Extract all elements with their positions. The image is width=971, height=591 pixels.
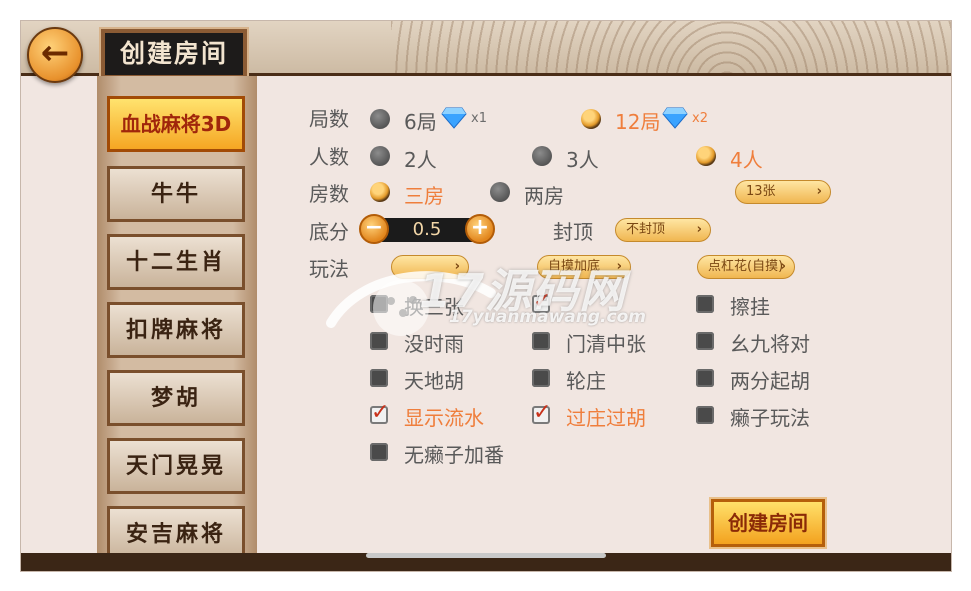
rooms-two-text: 两房 — [524, 184, 564, 208]
players-3-radio[interactable] — [532, 146, 552, 166]
players-label: 人数 — [309, 145, 349, 169]
sidebar-item-xuezhan-mahjong[interactable]: 血战麻将3D — [107, 96, 245, 152]
top-bar-pattern — [391, 21, 951, 73]
rule-text: 显示流水 — [404, 406, 484, 430]
minus-button[interactable]: − — [359, 214, 389, 244]
rule-checkbox[interactable] — [370, 295, 388, 313]
rounds-6-text: 6局 — [404, 110, 437, 134]
play-label: 玩法 — [309, 257, 349, 281]
players-4-radio[interactable] — [696, 146, 716, 166]
rule-text: 天地胡 — [404, 369, 464, 393]
rule-checkbox[interactable] — [370, 369, 388, 387]
rounds-12-text: 12局 — [615, 110, 661, 134]
players-3-text: 3人 — [566, 148, 599, 172]
plus-button[interactable]: + — [465, 214, 495, 244]
rule-text: 过庄过胡 — [566, 406, 646, 430]
players-2-radio[interactable] — [370, 146, 390, 166]
rule-checkbox[interactable] — [532, 400, 551, 425]
rounds-label: 局数 — [309, 107, 349, 131]
play-select-3[interactable]: 点杠花(自摸) › — [697, 255, 795, 279]
rooms-label: 房数 — [309, 182, 349, 206]
rule-checkbox[interactable] — [532, 369, 550, 387]
base-score-stepper: 0.5 − + — [359, 213, 495, 245]
rule-checkbox[interactable] — [696, 295, 714, 313]
rule-text: 门清中张 — [566, 332, 646, 356]
players-2-text: 2人 — [404, 148, 437, 172]
rule-text: 没时雨 — [404, 332, 464, 356]
rooms-three-radio[interactable] — [370, 182, 390, 202]
back-arrow-icon[interactable]: ← — [27, 27, 83, 83]
rule-checkbox[interactable] — [532, 332, 550, 350]
base-score-label: 底分 — [309, 220, 349, 244]
rule-checkbox[interactable] — [696, 369, 714, 387]
chevron-right-icon: › — [780, 259, 786, 274]
cap-select-value: 不封顶 — [626, 222, 666, 237]
cap-select[interactable]: 不封顶 › — [615, 218, 711, 242]
watermark-url: 17yuanmawang.com — [449, 307, 646, 327]
rounds-6-radio[interactable] — [370, 109, 390, 129]
rule-text: 癞子玩法 — [730, 406, 810, 430]
rounds-12-radio[interactable] — [581, 109, 601, 129]
chevron-right-icon: › — [816, 184, 822, 199]
sidebar-item-tianmen[interactable]: 天门晃晃 — [107, 438, 245, 494]
rule-text: 两分起胡 — [730, 369, 810, 393]
rule-text: 幺九将对 — [730, 332, 810, 356]
diamond-icon — [441, 107, 467, 129]
rounds-6-cost: x1 — [471, 111, 487, 126]
tiles-select[interactable]: 13张 › — [735, 180, 831, 204]
rooms-two-radio[interactable] — [490, 182, 510, 202]
rounds-12-cost: x2 — [692, 111, 708, 126]
players-4-text: 4人 — [730, 148, 763, 172]
rule-checkbox[interactable] — [696, 332, 714, 350]
sidebar-item-menghu[interactable]: 梦胡 — [107, 370, 245, 426]
create-room-button[interactable]: 创建房间 — [709, 497, 827, 549]
rule-text: 轮庄 — [566, 369, 606, 393]
page-title: 创建房间 — [99, 27, 249, 81]
rule-checkbox[interactable] — [370, 443, 388, 461]
cap-label: 封顶 — [553, 220, 593, 244]
home-indicator — [366, 553, 606, 558]
rule-text: 擦挂 — [730, 295, 770, 319]
sidebar-item-niuniu[interactable]: 牛牛 — [107, 166, 245, 222]
game-type-sidebar: 血战麻将3D 牛牛 十二生肖 扣牌麻将 梦胡 天门晃晃 安吉麻将 — [97, 76, 257, 571]
rule-text: 无癞子加番 — [404, 443, 504, 467]
game-frame: ← 创建房间 血战麻将3D 牛牛 十二生肖 扣牌麻将 梦胡 天门晃晃 安吉麻将 … — [20, 20, 952, 572]
diamond-icon — [662, 107, 688, 129]
chevron-right-icon: › — [696, 222, 702, 237]
sidebar-item-zodiac[interactable]: 十二生肖 — [107, 234, 245, 290]
rule-checkbox[interactable] — [370, 332, 388, 350]
play-select-3-value: 点杠花(自摸) — [708, 259, 784, 274]
rule-checkbox[interactable] — [370, 400, 389, 425]
tiles-select-value: 13张 — [746, 184, 776, 199]
rule-checkbox[interactable] — [696, 406, 714, 424]
sidebar-item-koupai-mahjong[interactable]: 扣牌麻将 — [107, 302, 245, 358]
rooms-three-text: 三房 — [404, 184, 444, 208]
